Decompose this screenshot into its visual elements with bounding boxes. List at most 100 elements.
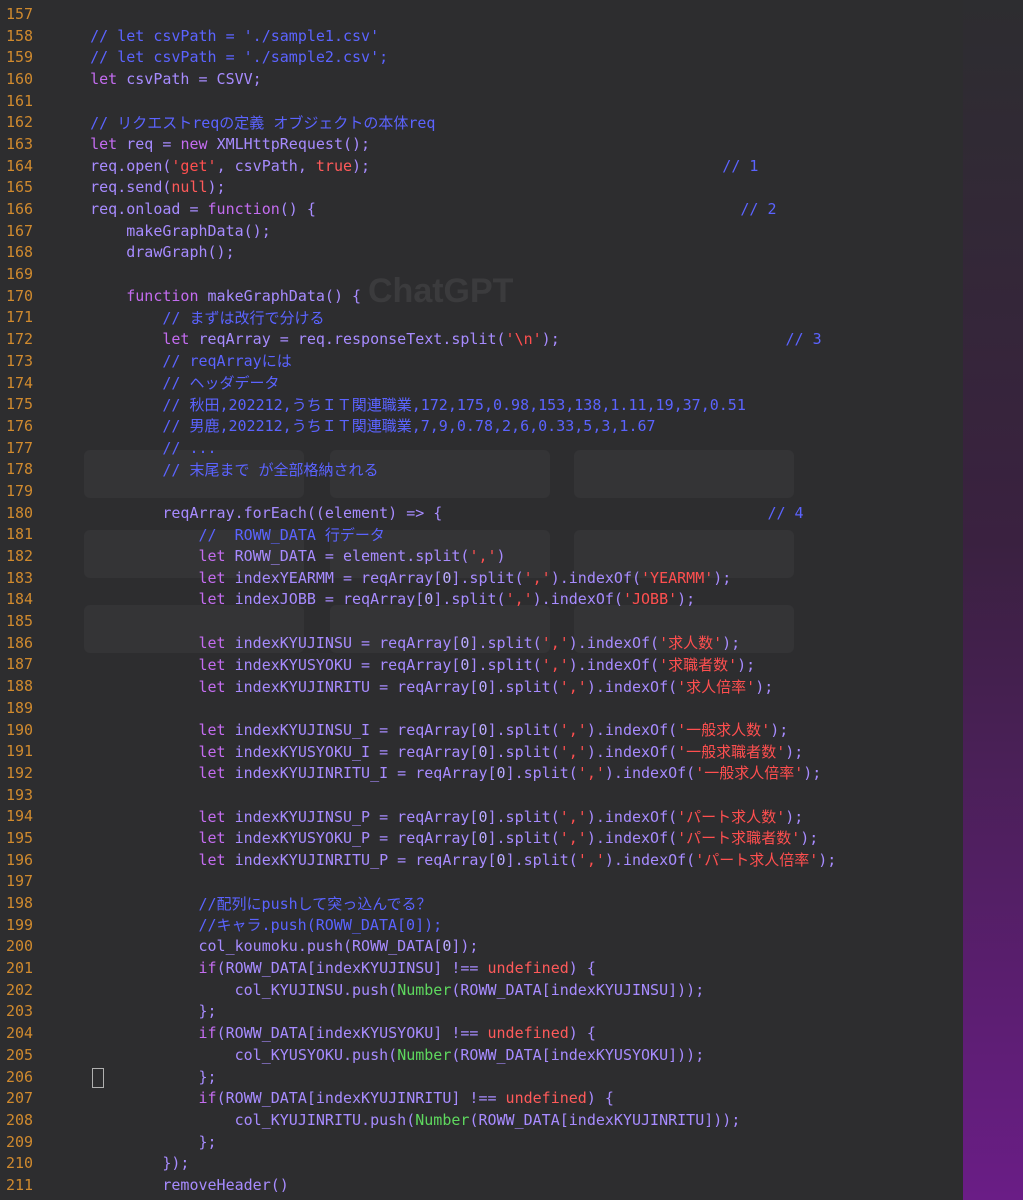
code-editor[interactable]: 157 158 // let csvPath = './sample1.csv' 1… xyxy=(0,0,1023,1200)
code-line[interactable]: 205 col_KYUSYOKU.push(Number(ROWW_DATA[i… xyxy=(0,1044,1023,1066)
code-line[interactable]: 161 xyxy=(0,90,1023,112)
code-line[interactable]: 170 function makeGraphData() { xyxy=(0,285,1023,307)
line-number: 178 xyxy=(6,460,34,479)
code-line[interactable]: 181 // ROWW_DATA 行データ xyxy=(0,524,1023,546)
code-line[interactable]: 169 xyxy=(0,263,1023,285)
code-token: ',' xyxy=(541,634,569,653)
code-line[interactable]: 206 }; xyxy=(0,1066,1023,1088)
code-line[interactable]: 162 // リクエストreqの定義 オブジェクトの本体req xyxy=(0,111,1023,133)
line-number: 192 xyxy=(6,763,34,782)
code-line[interactable]: 192 let indexKYUJINRITU_I = reqArray[0].… xyxy=(0,762,1023,784)
code-line[interactable]: 158 // let csvPath = './sample1.csv' xyxy=(0,25,1023,47)
code-line[interactable]: 185 xyxy=(0,610,1023,632)
code-line[interactable]: 200 col_koumoku.push(ROWW_DATA[0]); xyxy=(0,936,1023,958)
code-token: 'パート求人数' xyxy=(677,807,786,826)
code-token: // let csvPath = './sample2.csv'; xyxy=(90,48,389,67)
code-line[interactable]: 167 makeGraphData(); xyxy=(0,220,1023,242)
code-line[interactable]: 195 let indexKYUSYOKU_P = reqArray[0].sp… xyxy=(0,827,1023,849)
code-line[interactable]: 204 if(ROWW_DATA[indexKYUSYOKU] !== unde… xyxy=(0,1022,1023,1044)
code-line[interactable]: 172 let reqArray = req.responseText.spli… xyxy=(0,328,1023,350)
code-line[interactable]: 194 let indexKYUJINSU_P = reqArray[0].sp… xyxy=(0,805,1023,827)
code-line[interactable]: 207 if(ROWW_DATA[indexKYUJINRITU] !== un… xyxy=(0,1087,1023,1109)
code-token: req = xyxy=(126,134,181,153)
code-line[interactable]: 168 drawGraph(); xyxy=(0,242,1023,264)
code-token: indexKYUJINSU = reqArray[ xyxy=(234,634,461,653)
code-line[interactable]: 176 // 男鹿,202212,うちＩＴ関連職業,7,9,0.78,2,6,0… xyxy=(0,415,1023,437)
code-line[interactable]: 188 let indexKYUJINRITU = reqArray[0].sp… xyxy=(0,675,1023,697)
code-token: indexKYUJINRITU = reqArray[ xyxy=(234,677,479,696)
code-line[interactable]: 196 let indexKYUJINRITU_P = reqArray[0].… xyxy=(0,849,1023,871)
code-line[interactable]: 186 let indexKYUJINSU = reqArray[0].spli… xyxy=(0,632,1023,654)
code-token: ); xyxy=(770,721,789,740)
code-token: ].split( xyxy=(505,764,578,783)
code-line[interactable]: 164 req.open('get', csvPath, true); // 1 xyxy=(0,155,1023,177)
code-line[interactable]: 184 let indexJOBB = reqArray[0].split(',… xyxy=(0,589,1023,611)
code-token: // 3 xyxy=(785,330,822,349)
code-line[interactable]: 189 xyxy=(0,697,1023,719)
code-line[interactable]: 201 if(ROWW_DATA[indexKYUJINSU] !== unde… xyxy=(0,957,1023,979)
code-line[interactable]: 182 let ROWW_DATA = element.split(',') xyxy=(0,545,1023,567)
code-line[interactable]: 187 let indexKYUSYOKU = reqArray[0].spli… xyxy=(0,654,1023,676)
code-line[interactable]: 171 // まずは改行で分ける xyxy=(0,307,1023,329)
line-number: 165 xyxy=(6,178,34,197)
code-line[interactable]: 202 col_KYUJINSU.push(Number(ROWW_DATA[i… xyxy=(0,979,1023,1001)
code-line[interactable]: 183 let indexYEARMM = reqArray[0].split(… xyxy=(0,567,1023,589)
code-line[interactable]: 209 }; xyxy=(0,1131,1023,1153)
code-line[interactable]: 190 let indexKYUJINSU_I = reqArray[0].sp… xyxy=(0,719,1023,741)
code-line[interactable]: 193 xyxy=(0,784,1023,806)
code-line[interactable]: 157 xyxy=(0,3,1023,25)
code-text: req.onload = function() { // 2 xyxy=(54,200,1023,218)
code-token: ',' xyxy=(559,807,587,826)
code-token: (ROWW_DATA[indexKYUSYOKU])); xyxy=(451,1045,705,1064)
code-line[interactable]: 203 }; xyxy=(0,1001,1023,1023)
code-line[interactable]: 208 col_KYUJINRITU.push(Number(ROWW_DATA… xyxy=(0,1109,1023,1131)
code-token: req.onload = xyxy=(90,200,208,219)
code-token: }; xyxy=(198,1132,217,1151)
code-line[interactable]: 210 }); xyxy=(0,1152,1023,1174)
code-line[interactable]: 178 // 末尾まで が全部格納される xyxy=(0,458,1023,480)
code-line[interactable]: 180 reqArray.forEach((element) => { // 4 xyxy=(0,502,1023,524)
code-token: ].split( xyxy=(487,721,560,740)
code-line[interactable]: 166 req.onload = function() { // 2 xyxy=(0,198,1023,220)
code-line[interactable]: 198 //配列にpushして突っ込んでる？ xyxy=(0,892,1023,914)
code-token: 0 xyxy=(496,764,506,783)
code-line[interactable]: 191 let indexKYUSYOKU_I = reqArray[0].sp… xyxy=(0,740,1023,762)
code-token: ); xyxy=(755,677,774,696)
code-token: // 4 xyxy=(767,503,804,522)
code-token: drawGraph(); xyxy=(126,243,235,262)
code-text: // まずは改行で分ける xyxy=(54,307,1023,328)
code-line[interactable]: 163 let req = new XMLHttpRequest(); xyxy=(0,133,1023,155)
line-number: 190 xyxy=(6,720,34,739)
line-number: 175 xyxy=(6,395,34,414)
code-token: indexKYUJINRITU_I = reqArray[ xyxy=(234,764,497,783)
line-number: 160 xyxy=(6,69,34,88)
code-line[interactable]: 159 // let csvPath = './sample2.csv'; xyxy=(0,46,1023,68)
code-line[interactable]: 175 // 秋田,202212,うちＩＴ関連職業,172,175,0.98,1… xyxy=(0,393,1023,415)
code-text: }); xyxy=(54,1154,1023,1172)
code-line[interactable]: 211 removeHeader() xyxy=(0,1174,1023,1196)
code-line[interactable]: 174 // ヘッダデータ xyxy=(0,372,1023,394)
code-text: // リクエストreqの定義 オブジェクトの本体req xyxy=(54,112,1023,133)
code-line[interactable]: 160 let csvPath = CSVV; xyxy=(0,68,1023,90)
code-text: function makeGraphData() { xyxy=(54,287,1023,305)
code-line[interactable]: 199 //キャラ.push(ROWW_DATA[0]); xyxy=(0,914,1023,936)
line-number: 176 xyxy=(6,416,34,435)
code-line[interactable]: 197 xyxy=(0,871,1023,893)
code-text: if(ROWW_DATA[indexKYUJINRITU] !== undefi… xyxy=(54,1089,1023,1107)
code-line[interactable]: 165 req.send(null); xyxy=(0,177,1023,199)
code-line[interactable]: 179 xyxy=(0,480,1023,502)
code-token: ',' xyxy=(559,677,587,696)
code-token: ); xyxy=(785,742,804,761)
code-line[interactable]: 177 // ... xyxy=(0,437,1023,459)
code-line[interactable]: 173 // reqArrayには xyxy=(0,350,1023,372)
